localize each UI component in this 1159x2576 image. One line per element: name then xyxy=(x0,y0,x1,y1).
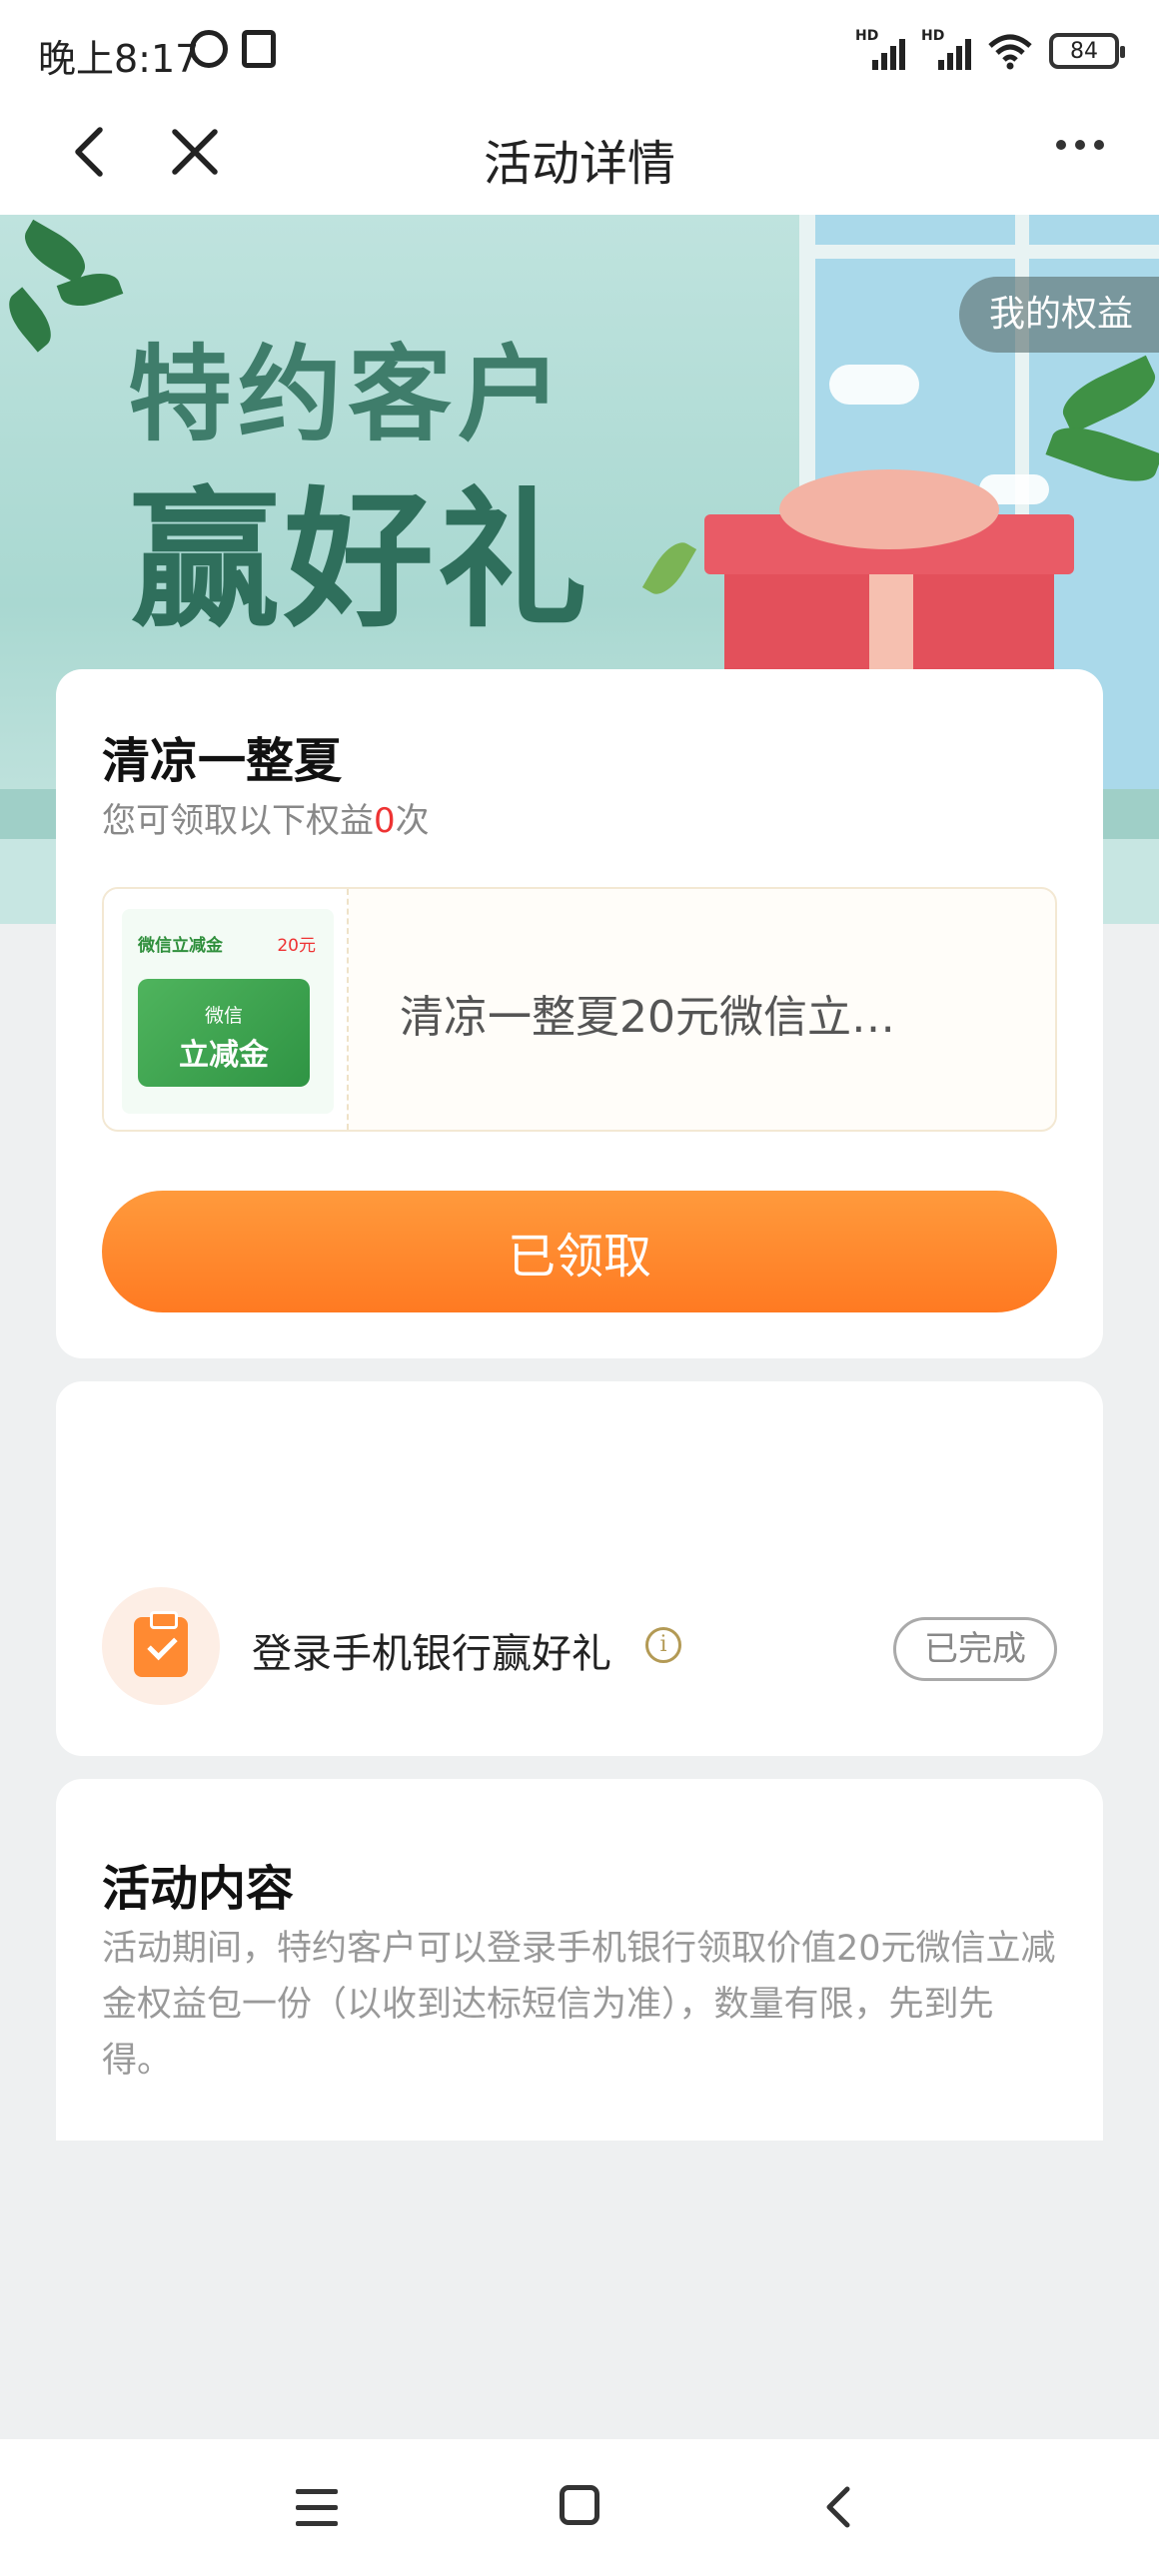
status-bar: 晚上8:17 HD HD 84 xyxy=(0,0,1159,100)
status-badge: 已完成 xyxy=(893,1617,1057,1681)
content-body: 活动期间，特约客户可以登录手机银行领取价值20元微信立减金权益包一份（以收到达标… xyxy=(102,1929,1056,2081)
wechat-coupon-icon: 微信 立减金 xyxy=(138,979,310,1087)
leaf-illustration xyxy=(0,287,61,353)
battery-icon: 84 xyxy=(1049,33,1125,69)
signal-icon: HD xyxy=(921,28,971,70)
my-rights-button[interactable]: 我的权益 xyxy=(958,277,1159,353)
reward-card: 清凉一整夏 您可领取以下权益0次 微信立减金 20元 微信 立减金 清凉一整夏2… xyxy=(56,669,1103,1358)
coupon-thumbnail: 微信立减金 20元 微信 立减金 xyxy=(122,909,334,1114)
task-card: 登录手机银行赢好礼 i 已完成 xyxy=(56,1381,1103,1756)
coupon-name: 清凉一整夏20元微信立… xyxy=(400,992,895,1043)
system-nav-bar xyxy=(0,2439,1159,2576)
cloud-illustration xyxy=(829,365,919,405)
banner-headline: 特约客户 xyxy=(128,334,569,455)
thumb-label: 微信立减金 xyxy=(138,936,223,956)
leaf-illustration xyxy=(16,219,94,285)
status-left-icons xyxy=(190,30,276,68)
content-title: 活动内容 xyxy=(102,1861,295,1917)
wifi-icon xyxy=(988,34,1032,70)
task-icon-wrap xyxy=(102,1587,220,1705)
claimed-button[interactable]: 已领取 xyxy=(102,1191,1057,1312)
reward-subtitle: 您可领取以下权益0次 xyxy=(102,801,430,841)
clipboard-check-icon xyxy=(134,1611,188,1677)
thumb-price: 20元 xyxy=(277,936,316,956)
nfc-icon xyxy=(242,30,276,68)
activity-content-card: 活动内容 活动期间，特约客户可以登录手机银行领取价值20元微信立减金权益包一份（… xyxy=(56,1779,1103,2141)
info-icon[interactable]: i xyxy=(645,1627,681,1663)
alarm-icon xyxy=(190,30,228,68)
banner-headline-large: 赢好礼 xyxy=(130,474,592,648)
status-time: 晚上8:17 xyxy=(38,37,200,81)
page-title: 活动详情 xyxy=(483,136,675,192)
home-icon[interactable] xyxy=(560,2485,599,2525)
back-icon[interactable] xyxy=(817,2483,861,2531)
status-right-icons: HD HD 84 xyxy=(855,28,1125,70)
menu-icon[interactable] xyxy=(296,2489,338,2526)
leaf-illustration xyxy=(641,535,697,601)
more-icon[interactable] xyxy=(1056,140,1104,150)
gift-bow-illustration xyxy=(779,469,999,549)
signal-icon: HD xyxy=(855,28,905,70)
reward-title: 清凉一整夏 xyxy=(102,733,343,789)
remaining-count: 0 xyxy=(374,801,396,841)
nav-bar: 活动详情 xyxy=(0,100,1159,215)
coupon-item[interactable]: 微信立减金 20元 微信 立减金 清凉一整夏20元微信立… xyxy=(102,887,1057,1132)
task-label: 登录手机银行赢好礼 xyxy=(252,1631,611,1677)
coupon-thumbnail-area: 微信立减金 20元 微信 立减金 xyxy=(104,889,349,1130)
